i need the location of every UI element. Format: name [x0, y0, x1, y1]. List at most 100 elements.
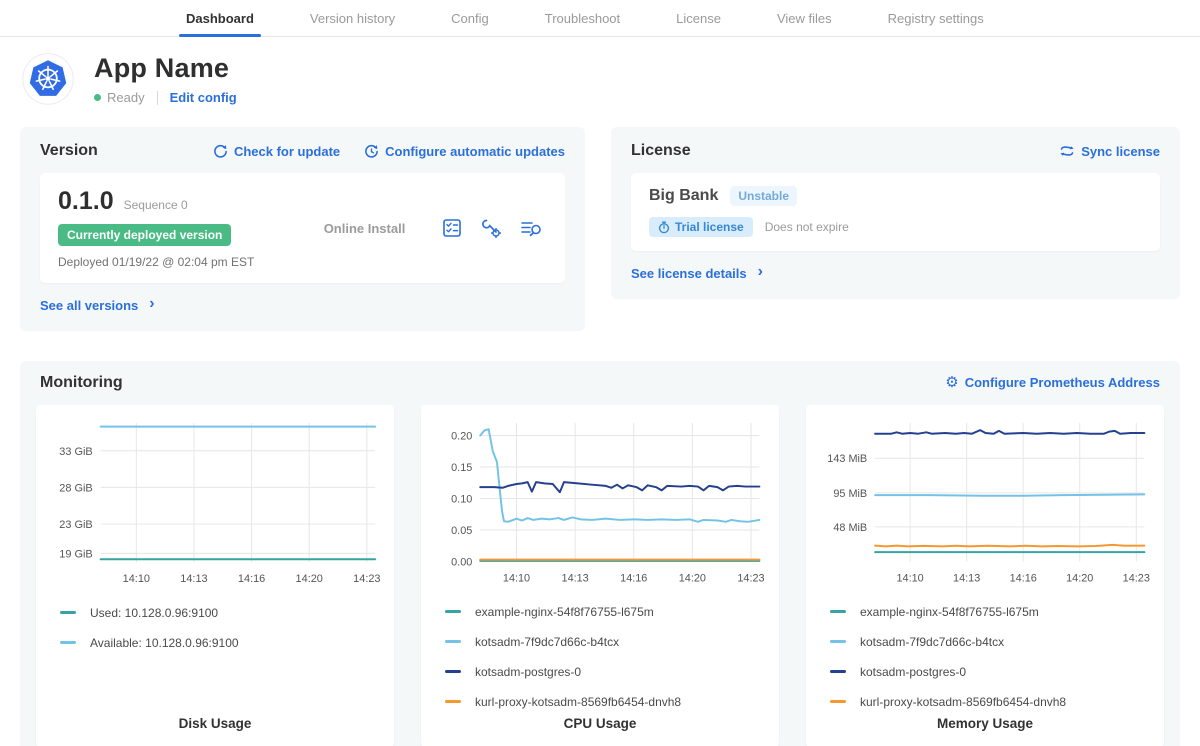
customer-name: Big Bank — [649, 187, 718, 205]
tab-view-files[interactable]: View files — [770, 0, 839, 36]
legend-item: kurl-proxy-kotsadm-8569fb6454-dnvh8 — [818, 687, 1152, 717]
config-tools-icon[interactable] — [480, 217, 502, 239]
tab-config[interactable]: Config — [444, 0, 496, 36]
clock-refresh-icon — [364, 144, 379, 159]
svg-text:14:23: 14:23 — [353, 573, 380, 585]
kots-dashboard-page: Dashboard Version history Config Troublesho… — [0, 0, 1200, 746]
gear-icon: ⚙ — [945, 375, 958, 390]
legend-label: kurl-proxy-kotsadm-8569fb6454-dnvh8 — [860, 695, 1066, 709]
svg-text:14:10: 14:10 — [503, 572, 530, 584]
legend-dash-icon — [60, 641, 76, 644]
tab-registry-settings[interactable]: Registry settings — [881, 0, 991, 36]
legend-dash-icon — [445, 700, 461, 703]
legend-label: Available: 10.128.0.96:9100 — [90, 636, 239, 650]
legend-item: kotsadm-postgres-0 — [433, 657, 767, 687]
legend-dash-icon — [830, 700, 846, 703]
chart-card-cpu-usage: 0.200.150.100.050.0014:1014:1314:1614:20… — [421, 405, 779, 746]
legend-item: kotsadm-7f9dc7d66c-b4tcx — [433, 627, 767, 657]
legend-dash-icon — [445, 670, 461, 673]
check-for-update-button[interactable]: Check for update — [213, 144, 340, 159]
tab-troubleshoot[interactable]: Troubleshoot — [538, 0, 627, 36]
chart-title: CPU Usage — [433, 716, 767, 737]
configure-prometheus-button[interactable]: ⚙ Configure Prometheus Address — [945, 375, 1160, 390]
current-version-card: 0.1.0 Sequence 0 Currently deployed vers… — [40, 173, 565, 283]
svg-text:0.05: 0.05 — [451, 524, 472, 536]
svg-text:23 GiB: 23 GiB — [59, 519, 92, 531]
svg-text:33 GiB: 33 GiB — [59, 445, 92, 457]
chart-title: Memory Usage — [818, 716, 1152, 737]
kubernetes-wheel-icon — [22, 53, 74, 105]
legend-dash-icon — [60, 611, 76, 614]
license-detail-card: Big Bank Unstable Trial license Does not… — [631, 173, 1160, 251]
tab-version-history[interactable]: Version history — [303, 0, 402, 36]
sync-arrows-icon — [1059, 144, 1075, 158]
see-license-details-link[interactable]: See license details — [631, 264, 763, 282]
tab-dashboard[interactable]: Dashboard — [179, 0, 261, 36]
tab-license[interactable]: License — [669, 0, 728, 36]
svg-text:0.20: 0.20 — [451, 430, 472, 442]
legend-label: kotsadm-postgres-0 — [860, 665, 966, 679]
chart-legend: example-nginx-54f8f76755-l675m kotsadm-7f… — [433, 597, 767, 716]
legend-label: example-nginx-54f8f76755-l675m — [475, 605, 654, 619]
chart-plot: 33 GiB28 GiB23 GiB19 GiB14:1014:1314:161… — [48, 415, 382, 590]
svg-text:48 MiB: 48 MiB — [833, 521, 867, 533]
svg-text:14:20: 14:20 — [679, 572, 706, 584]
install-type-label: Online Install — [288, 221, 441, 236]
svg-text:14:13: 14:13 — [953, 572, 980, 584]
preflight-checklist-icon[interactable] — [441, 217, 463, 239]
status-badge: Ready — [107, 90, 145, 105]
svg-text:143 MiB: 143 MiB — [827, 453, 867, 465]
svg-text:14:10: 14:10 — [123, 573, 150, 585]
legend-item: kotsadm-7f9dc7d66c-b4tcx — [818, 627, 1152, 657]
deployed-badge: Currently deployed version — [58, 224, 231, 246]
version-card-title: Version — [40, 142, 98, 160]
legend-dash-icon — [830, 640, 846, 643]
legend-dash-icon — [445, 610, 461, 613]
view-logs-icon[interactable] — [519, 217, 543, 239]
monitoring-section: Monitoring ⚙ Configure Prometheus Addres… — [20, 361, 1180, 746]
legend-item: kotsadm-postgres-0 — [818, 657, 1152, 687]
configure-automatic-updates-button[interactable]: Configure automatic updates — [364, 144, 565, 159]
page-title: App Name — [94, 53, 237, 84]
deployed-timestamp: Deployed 01/19/22 @ 02:04 pm EST — [58, 255, 288, 269]
svg-text:28 GiB: 28 GiB — [59, 482, 92, 494]
legend-label: Used: 10.128.0.96:9100 — [90, 606, 218, 620]
refresh-icon — [213, 144, 228, 159]
edit-config-link[interactable]: Edit config — [170, 90, 237, 105]
legend-dash-icon — [445, 640, 461, 643]
svg-text:14:23: 14:23 — [737, 572, 764, 584]
app-header: App Name Ready Edit config — [0, 37, 1200, 115]
see-all-versions-link[interactable]: See all versions — [40, 296, 155, 314]
cards-row: Version Check for update Configure autom… — [0, 115, 1200, 331]
legend-label: example-nginx-54f8f76755-l675m — [860, 605, 1039, 619]
svg-text:14:16: 14:16 — [620, 572, 647, 584]
chart-legend: example-nginx-54f8f76755-l675m kotsadm-7f… — [818, 597, 1152, 716]
svg-text:14:16: 14:16 — [238, 573, 265, 585]
sync-license-button[interactable]: Sync license — [1059, 144, 1160, 159]
svg-text:0.15: 0.15 — [451, 461, 472, 473]
legend-item: kurl-proxy-kotsadm-8569fb6454-dnvh8 — [433, 687, 767, 717]
chart-title: Disk Usage — [48, 716, 382, 737]
legend-label: kurl-proxy-kotsadm-8569fb6454-dnvh8 — [475, 695, 681, 709]
legend-item: example-nginx-54f8f76755-l675m — [818, 597, 1152, 627]
legend-item: Used: 10.128.0.96:9100 — [48, 598, 382, 628]
chart-plot: 143 MiB95 MiB48 MiB14:1014:1314:1614:201… — [818, 415, 1152, 589]
legend-item: Available: 10.128.0.96:9100 — [48, 628, 382, 658]
svg-text:14:16: 14:16 — [1010, 572, 1037, 584]
svg-text:14:13: 14:13 — [562, 572, 589, 584]
svg-text:14:10: 14:10 — [897, 572, 924, 584]
svg-text:95 MiB: 95 MiB — [833, 487, 867, 499]
top-nav: Dashboard Version history Config Troublesho… — [0, 0, 1200, 37]
svg-text:14:13: 14:13 — [180, 573, 207, 585]
divider — [157, 91, 158, 105]
version-card: Version Check for update Configure autom… — [20, 127, 585, 331]
svg-text:14:20: 14:20 — [296, 573, 323, 585]
license-card: License Sync license Big Bank Unstable — [611, 127, 1180, 299]
svg-text:0.00: 0.00 — [451, 556, 472, 568]
license-card-title: License — [631, 142, 691, 160]
legend-dash-icon — [830, 670, 846, 673]
charts-row: 33 GiB28 GiB23 GiB19 GiB14:1014:1314:161… — [36, 405, 1164, 746]
expiry-label: Does not expire — [765, 220, 849, 234]
status-dot — [94, 94, 101, 101]
channel-badge: Unstable — [730, 186, 797, 206]
